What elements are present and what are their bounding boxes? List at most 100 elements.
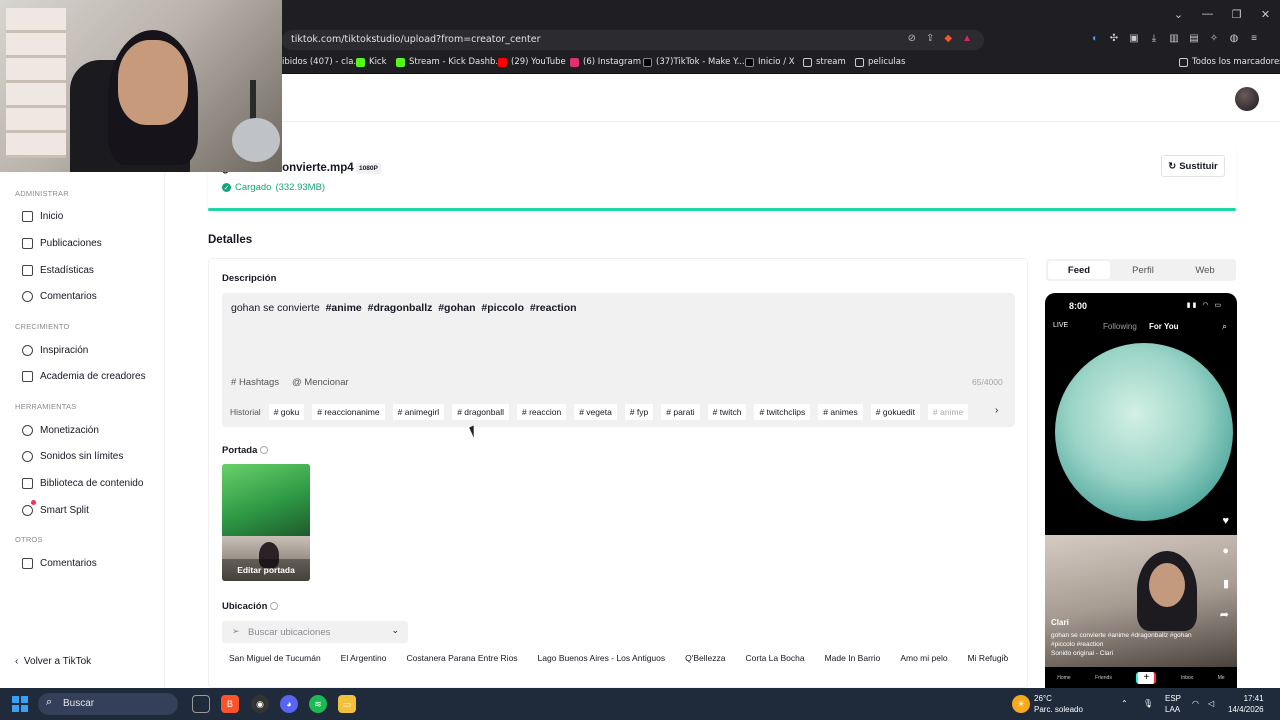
close-icon[interactable]: ✕ — [1251, 0, 1280, 28]
share-icon[interactable]: ⇪ — [926, 33, 934, 44]
history-tag[interactable]: # twitch — [707, 404, 747, 420]
replace-button[interactable]: ↻ Sustituir — [1161, 155, 1225, 177]
resolution-badge: 1080P — [356, 163, 381, 174]
download-icon[interactable]: ⤓ — [1148, 31, 1160, 45]
mention-button[interactable]: @ Mencionar — [292, 377, 349, 388]
brave-shield-icon[interactable]: ◆ — [944, 33, 952, 44]
sidebar-item-comentarios[interactable]: Comentarios — [0, 284, 165, 308]
clock[interactable]: 17:41 14/4/2026 — [1228, 693, 1264, 715]
avatar[interactable] — [1235, 87, 1259, 111]
location-chip[interactable]: Q'Bellezza — [678, 651, 732, 665]
obs-icon[interactable]: ◉ — [251, 695, 269, 713]
sidebar-item-inspiracion[interactable]: Inspiración — [0, 338, 165, 362]
leo-icon[interactable]: ✧ — [1208, 31, 1220, 45]
sidebar-item-publicaciones[interactable]: Publicaciones — [0, 231, 165, 255]
academy-icon — [22, 370, 33, 382]
history-tag[interactable]: # fyp — [624, 404, 654, 420]
weather-info[interactable]: 26°C Parc. soleado — [1034, 693, 1083, 715]
wifi-icon[interactable]: ◠ — [1192, 698, 1199, 709]
chevron-right-icon[interactable]: › — [1003, 651, 1006, 662]
bookmark-instagram[interactable]: (6) Instagram — [570, 57, 641, 67]
tab-perfil[interactable]: Perfil — [1112, 259, 1174, 281]
spotify-icon[interactable]: ≋ — [309, 695, 327, 713]
history-tag[interactable]: # animes — [818, 404, 863, 420]
history-tag[interactable]: # animegirl — [392, 404, 445, 420]
tab-web[interactable]: Web — [1174, 259, 1236, 281]
tab-list-icon[interactable]: ⌄ — [1164, 0, 1193, 28]
vpn-icon[interactable]: ◍ — [1228, 31, 1240, 45]
sidebar-item-estadisticas[interactable]: Estadísticas — [0, 258, 165, 282]
sidebar-item-comentarios-otros[interactable]: Comentarios — [0, 551, 165, 575]
history-tag[interactable]: # twitchclips — [754, 404, 811, 420]
sidebar-item-monetizacion[interactable]: Monetización — [0, 418, 165, 442]
location-search-input[interactable]: ➢ Buscar ubicaciones ⌄ — [222, 621, 408, 643]
history-tag[interactable]: # reaccionanime — [312, 404, 385, 420]
url-text[interactable]: tiktok.com/tiktokstudio/upload?from=crea… — [291, 34, 541, 45]
microphone-icon[interactable]: 🎙 — [1143, 698, 1153, 709]
chevron-up-icon[interactable]: ⌃ — [1121, 698, 1128, 709]
location-chip[interactable]: Amo mi pelo — [893, 651, 954, 665]
cast-icon[interactable]: ⊘ — [908, 33, 916, 44]
sidebar-item-biblioteca[interactable]: Biblioteca de contenido — [0, 471, 165, 495]
bookmark-tiktok[interactable]: (37)TikTok - Make Y... — [643, 57, 745, 67]
brave-rewards-icon[interactable]: ▲ — [962, 33, 972, 44]
bookmark-x[interactable]: Inicio / X — [745, 57, 795, 67]
bookmark-kick[interactable]: Kick — [356, 57, 387, 67]
sidebar-item-academia[interactable]: Academia de creadores — [0, 364, 165, 388]
kick-icon — [396, 57, 405, 67]
sidebar-icon[interactable]: ▥ — [1168, 31, 1180, 45]
sidebar-item-sonidos[interactable]: Sonidos sin límites — [0, 444, 165, 468]
history-tag[interactable]: # gokuedit — [870, 404, 921, 420]
wallet-icon[interactable]: ▤ — [1188, 31, 1200, 45]
bookmark-item[interactable]: ibidos (407) - cla... — [282, 57, 362, 67]
language-indicator[interactable]: ESP LAA — [1165, 693, 1181, 715]
tab-feed[interactable]: Feed — [1048, 261, 1110, 279]
taskbar-search[interactable]: ⌕ Buscar — [38, 693, 178, 715]
description-label: Descripción — [222, 273, 277, 284]
location-chip[interactable]: Lago Buenos Aires - Los Antiguos — [531, 651, 673, 665]
discord-icon[interactable]: ◕ — [280, 695, 298, 713]
live-label: LIVE — [1053, 322, 1069, 329]
bookmark-folder-peliculas[interactable]: peliculas — [855, 57, 905, 67]
edit-cover-button[interactable]: Editar portada — [222, 559, 310, 581]
hashtags-button[interactable]: # Hashtags — [231, 377, 279, 388]
history-tag[interactable]: # vegeta — [574, 404, 617, 420]
location-chip[interactable]: Corta La Bocha — [739, 651, 812, 665]
history-tag[interactable]: # goku — [268, 404, 305, 420]
weather-icon[interactable]: ☀ — [1012, 695, 1030, 713]
history-tag[interactable]: # anime — [928, 404, 969, 420]
audio-icon[interactable]: ◖ — [1088, 31, 1100, 45]
file-explorer-icon[interactable]: ▭ — [338, 695, 356, 713]
chevron-right-icon[interactable]: › — [995, 405, 998, 416]
sidebar-item-smart-split[interactable]: Smart Split — [0, 498, 165, 522]
menu-icon[interactable]: ≡ — [1248, 31, 1260, 45]
history-tag[interactable]: # reaccion — [516, 404, 567, 420]
cover-thumbnail[interactable]: Editar portada — [222, 464, 310, 581]
location-chip[interactable]: El Argentino — [334, 651, 394, 665]
history-tag[interactable]: # dragonball — [452, 404, 509, 420]
phone-preview: 8:00 ▮▮ ◠ ▭ LIVE Following For You ⌕ ♥ ●… — [1045, 293, 1237, 688]
minimize-icon[interactable]: — — [1193, 0, 1222, 28]
location-chip[interactable]: Costanera Parana Entre Rios — [400, 651, 525, 665]
bookmark-folder-stream[interactable]: stream — [803, 57, 846, 67]
puzzle-icon[interactable]: ✣ — [1108, 31, 1120, 45]
restore-icon[interactable]: ❐ — [1222, 0, 1251, 28]
location-chip[interactable]: Mi Refugio — [961, 651, 1016, 665]
back-to-tiktok-link[interactable]: ‹ Volver a TikTok — [15, 656, 91, 667]
windows-start-icon[interactable] — [12, 696, 28, 712]
location-chip[interactable]: Made In Barrio — [818, 651, 888, 665]
brave-icon[interactable]: B — [221, 695, 239, 713]
url-field[interactable]: tiktok.com/tiktokstudio/upload?from=crea… — [282, 30, 984, 50]
bookmark-kick-dashboard[interactable]: Stream - Kick Dashb... — [396, 57, 504, 67]
description-text[interactable]: gohan se convierte #anime #dragonballz #… — [231, 302, 577, 314]
screenshot-icon[interactable]: ▣ — [1128, 31, 1140, 45]
search-icon: ⌕ — [1221, 321, 1227, 331]
location-chip[interactable]: San Miguel de Tucumán — [222, 651, 328, 665]
sidebar-item-inicio[interactable]: Inicio — [0, 204, 165, 228]
bookmark-youtube[interactable]: (29) YouTube — [498, 57, 566, 67]
phone-status-icons: ▮▮ ◠ ▭ — [1186, 302, 1223, 309]
bookmark-all[interactable]: Todos los marcadores — [1179, 57, 1280, 67]
task-view-icon[interactable] — [192, 695, 210, 713]
volume-icon[interactable]: ◁ — [1208, 698, 1214, 709]
history-tag[interactable]: # parati — [661, 404, 700, 420]
